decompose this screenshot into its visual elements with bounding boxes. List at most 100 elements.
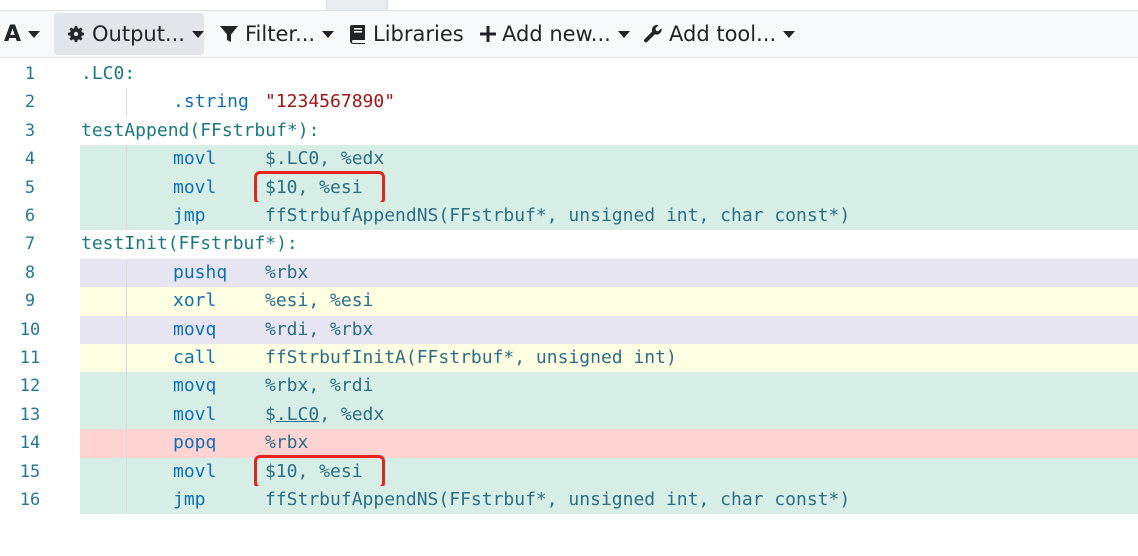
line-number: 9 xyxy=(24,291,36,312)
code-line[interactable]: 13 movl $.LC0, %edx xyxy=(0,400,1138,430)
line-number: 6 xyxy=(24,206,36,226)
add-tool-label: Add tool... xyxy=(669,22,777,46)
line-number: 10 xyxy=(19,319,41,340)
add-new-dropdown-button[interactable]: Add new... xyxy=(479,13,630,55)
label-link[interactable]: .LC0 xyxy=(276,404,319,425)
code-line[interactable]: 8 pushq %rbx xyxy=(0,258,1138,288)
line-number: 15 xyxy=(19,461,41,482)
asm-instruction: movq xyxy=(173,375,217,397)
asm-label: testAppend(FFstrbuf*): xyxy=(81,119,320,141)
add-new-label: Add new... xyxy=(502,22,611,46)
chevron-down-icon xyxy=(191,30,204,38)
asm-operands: %rbx xyxy=(265,432,309,454)
code-line[interactable]: 14 popq %rbx xyxy=(0,429,1138,458)
libraries-button[interactable]: Libraries xyxy=(349,13,464,55)
code-line[interactable]: 16 jmp ffStrbufAppendNS(FFstrbuf*, unsigne… xyxy=(0,486,1138,515)
asm-label: testInit(FFstrbuf*): xyxy=(81,233,298,255)
output-dropdown-button[interactable]: Output... xyxy=(54,13,204,55)
asm-instruction: movl xyxy=(173,148,217,170)
assembly-output-editor[interactable]: 1 .LC0: 2 .string "1234567890" 3 testAppend(FF… xyxy=(0,59,1138,556)
chevron-down-icon xyxy=(617,30,630,38)
filter-label: Filter... xyxy=(245,22,316,46)
code-line[interactable]: 12 movq %rbx, %rdi xyxy=(0,372,1138,401)
asm-instruction: movl xyxy=(173,460,217,482)
code-line[interactable]: 4 movl $.LC0, %edx xyxy=(0,145,1138,174)
indent-guide xyxy=(126,400,127,430)
asm-operands: %rbx xyxy=(265,261,309,283)
indent-guide xyxy=(126,372,127,401)
asm-instruction: jmp xyxy=(173,205,206,226)
line-number: 12 xyxy=(19,376,41,397)
line-source-highlight xyxy=(80,287,1138,316)
asm-string-literal: "1234567890" xyxy=(265,91,396,113)
code-line[interactable]: 9 xorl %esi, %esi xyxy=(0,287,1138,316)
asm-instruction: jmp xyxy=(173,489,206,510)
asm-instruction: movq xyxy=(173,318,217,340)
asm-operands: $.LC0, %edx xyxy=(265,148,385,170)
asm-operands: %esi, %esi xyxy=(265,290,374,312)
line-source-highlight xyxy=(80,400,1138,430)
asm-operands: ffStrbufAppendNS(FFstrbuf*, unsigned int… xyxy=(265,489,851,510)
add-tool-dropdown-button[interactable]: Add tool... xyxy=(643,13,796,55)
asm-operands: $.LC0, %edx xyxy=(265,403,385,425)
code-line[interactable]: 2 .string "1234567890" xyxy=(0,88,1138,117)
tab-stub[interactable] xyxy=(326,0,388,10)
annotation-highlight-box xyxy=(254,170,385,205)
indent-guide xyxy=(126,173,127,202)
indent-guide xyxy=(126,457,127,486)
filter-icon xyxy=(219,24,239,44)
font-size-dropdown[interactable]: A xyxy=(4,13,41,55)
line-number: 2 xyxy=(24,92,36,113)
chevron-down-icon xyxy=(28,30,41,38)
top-tab-strip xyxy=(0,0,1138,10)
asm-instruction: movl xyxy=(173,176,217,198)
chevron-down-icon xyxy=(783,30,796,38)
chevron-down-icon xyxy=(322,30,335,38)
indent-guide xyxy=(126,145,127,174)
wrench-icon xyxy=(643,24,663,44)
compiler-pane-toolbar: A Output... Filter... Libraries Add new.… xyxy=(0,10,1138,58)
line-number: 1 xyxy=(24,64,36,84)
asm-instruction: .string xyxy=(173,91,249,113)
asm-operands: ffStrbufAppendNS(FFstrbuf*, unsigned int… xyxy=(265,205,851,226)
annotation-highlight-box xyxy=(254,454,385,489)
line-number: 14 xyxy=(19,433,41,454)
line-number: 8 xyxy=(24,262,36,283)
indent-guide xyxy=(126,287,127,316)
code-line[interactable]: 5 movl $10, %esi xyxy=(0,170,1138,205)
font-size-icon: A xyxy=(4,21,22,47)
code-line[interactable]: 11 call ffStrbufInitA(FFstrbuf*, unsigned … xyxy=(0,344,1138,373)
asm-operands: %rbx, %rdi xyxy=(265,375,374,397)
code-line[interactable]: 6 jmp ffStrbufAppendNS(FFstrbuf*, unsigned… xyxy=(0,202,1138,231)
line-source-highlight xyxy=(80,429,1138,458)
asm-instruction: call xyxy=(173,347,217,368)
asm-instruction: movl xyxy=(173,403,217,425)
line-source-highlight xyxy=(80,258,1138,288)
code-line[interactable]: 3 testAppend(FFstrbuf*): xyxy=(0,117,1138,145)
indent-guide xyxy=(126,344,127,373)
line-number: 4 xyxy=(24,149,36,170)
line-number: 3 xyxy=(24,120,36,141)
filter-dropdown-button[interactable]: Filter... xyxy=(219,13,335,55)
book-icon xyxy=(349,24,367,44)
line-number: 7 xyxy=(24,234,36,255)
code-line[interactable]: 15 movl $10, %esi xyxy=(0,454,1138,489)
asm-instruction: xorl xyxy=(173,290,217,312)
line-number: 16 xyxy=(19,490,41,510)
indent-guide xyxy=(126,88,127,117)
libraries-label: Libraries xyxy=(373,22,464,46)
line-number: 11 xyxy=(19,348,41,368)
code-line[interactable]: 7 testInit(FFstrbuf*): xyxy=(0,230,1138,258)
plus-icon xyxy=(479,25,497,43)
code-line[interactable]: 10 movq %rdi, %rbx xyxy=(0,315,1138,344)
line-number: 5 xyxy=(24,177,36,198)
line-source-highlight xyxy=(80,173,1138,202)
indent-guide xyxy=(126,315,127,344)
indent-guide xyxy=(126,258,127,288)
line-source-highlight xyxy=(80,315,1138,344)
indent-guide xyxy=(126,486,127,515)
line-source-highlight xyxy=(80,457,1138,486)
asm-label: .LC0: xyxy=(81,63,136,84)
code-line[interactable]: 1 .LC0: xyxy=(0,60,1138,88)
line-source-highlight xyxy=(80,145,1138,174)
